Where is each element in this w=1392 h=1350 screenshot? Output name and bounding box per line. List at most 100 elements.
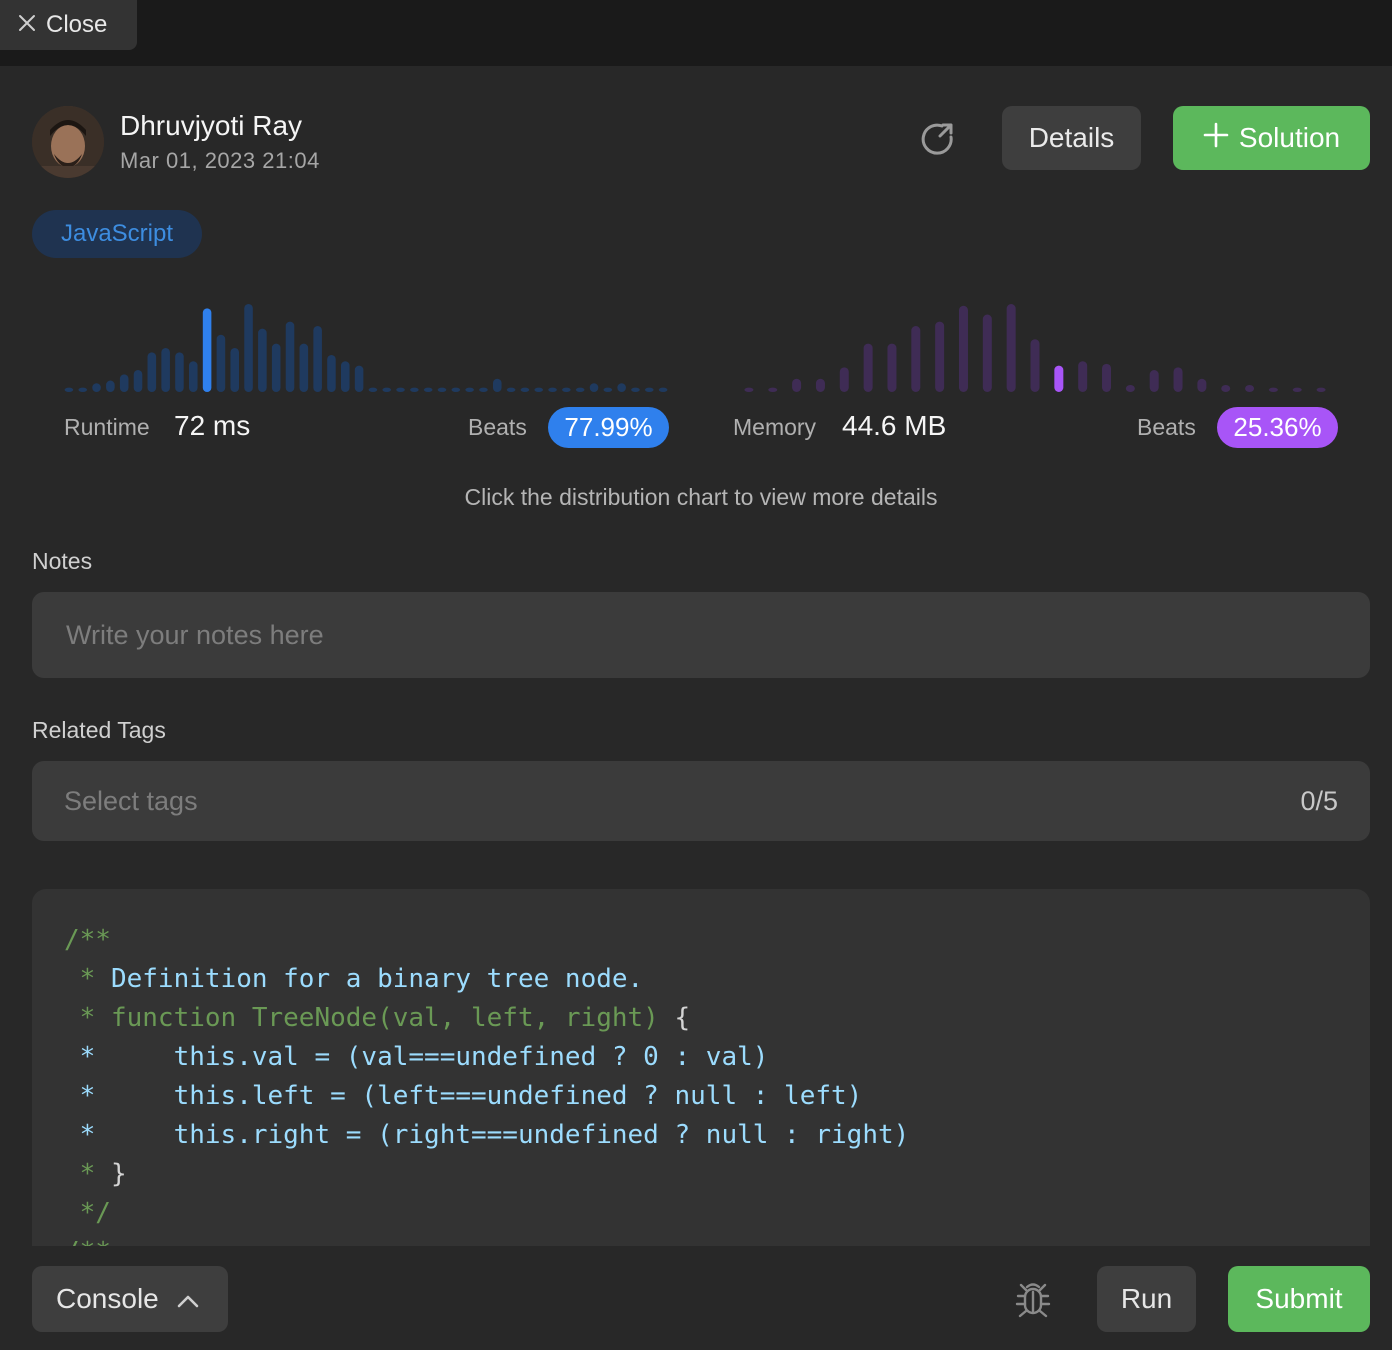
runtime-bar[interactable]	[175, 352, 184, 392]
runtime-bar[interactable]	[299, 343, 309, 392]
plus-icon	[1203, 122, 1229, 155]
runtime-bar[interactable]	[313, 326, 322, 392]
runtime-bar[interactable]	[64, 387, 74, 392]
share-icon[interactable]	[918, 120, 956, 158]
memory-bar[interactable]	[911, 326, 921, 392]
runtime-bar[interactable]	[382, 387, 392, 392]
memory-bar[interactable]	[839, 367, 849, 392]
runtime-bar[interactable]	[631, 387, 640, 392]
runtime-bar[interactable]	[410, 387, 419, 392]
runtime-bar[interactable]	[106, 380, 115, 392]
memory-bar[interactable]	[768, 387, 778, 392]
runtime-value: 72 ms	[174, 410, 251, 441]
memory-bar[interactable]	[744, 387, 754, 392]
code-viewer[interactable]: /** * Definition for a binary tree node.…	[32, 889, 1370, 1246]
memory-bar[interactable]	[1149, 370, 1159, 392]
runtime-bar[interactable]	[119, 374, 129, 392]
code-line: * Definition for a binary tree node.	[64, 960, 909, 999]
runtime-bar[interactable]	[617, 383, 626, 392]
user-name[interactable]: Dhruvjyoti Ray	[120, 110, 302, 142]
runtime-bar[interactable]	[589, 383, 599, 392]
runtime-bar[interactable]	[575, 387, 585, 392]
console-button[interactable]: Console	[32, 1266, 228, 1332]
runtime-bar[interactable]	[244, 304, 253, 392]
runtime-bar[interactable]	[161, 348, 170, 392]
memory-bar[interactable]	[1102, 363, 1112, 392]
memory-bar[interactable]	[935, 321, 945, 392]
code-token: /**	[64, 1237, 111, 1246]
memory-bar[interactable]	[1173, 367, 1183, 392]
runtime-bar[interactable]	[147, 352, 157, 392]
runtime-bar[interactable]	[479, 387, 488, 392]
memory-bar[interactable]	[1197, 378, 1207, 392]
runtime-bar[interactable]	[230, 348, 240, 392]
runtime-beats-badge: 77.99%	[548, 407, 669, 448]
runtime-bar[interactable]	[644, 387, 654, 392]
runtime-bar-current[interactable]	[202, 308, 212, 392]
runtime-bar[interactable]	[396, 387, 405, 392]
runtime-bar[interactable]	[271, 343, 281, 392]
tags-select[interactable]: Select tags 0/5	[32, 761, 1370, 841]
details-button[interactable]: Details	[1002, 106, 1141, 170]
code-token: *	[64, 1120, 111, 1150]
runtime-bar[interactable]	[437, 387, 447, 392]
memory-bar-current[interactable]	[1054, 365, 1064, 392]
runtime-bar[interactable]	[534, 387, 544, 392]
runtime-bar[interactable]	[327, 355, 336, 392]
avatar[interactable]	[32, 106, 104, 178]
runtime-bar[interactable]	[423, 387, 433, 392]
code-token: {	[674, 1003, 691, 1033]
notes-label: Notes	[32, 548, 93, 574]
runtime-label: Runtime	[64, 414, 150, 440]
memory-distribution-chart[interactable]	[737, 300, 1333, 392]
memory-bar[interactable]	[1221, 384, 1231, 392]
solution-label: Solution	[1238, 122, 1341, 153]
runtime-bar[interactable]	[354, 365, 364, 392]
close-button[interactable]: Close	[0, 0, 137, 50]
runtime-bar[interactable]	[258, 328, 267, 392]
memory-bar[interactable]	[1078, 361, 1088, 392]
runtime-bar[interactable]	[562, 387, 571, 392]
code-token: *	[64, 1042, 111, 1072]
memory-bar[interactable]	[958, 305, 968, 392]
runtime-bar[interactable]	[451, 387, 461, 392]
memory-bar[interactable]	[1125, 384, 1135, 392]
runtime-bar[interactable]	[506, 387, 516, 392]
run-button[interactable]: Run	[1097, 1266, 1196, 1332]
memory-bar[interactable]	[1006, 304, 1016, 392]
notes-input[interactable]	[32, 592, 1370, 678]
memory-bar[interactable]	[1245, 384, 1255, 392]
runtime-bar[interactable]	[658, 387, 668, 392]
add-solution-button[interactable]: Solution	[1173, 106, 1370, 170]
runtime-bar[interactable]	[548, 387, 557, 392]
runtime-bar[interactable]	[133, 370, 143, 392]
runtime-bar[interactable]	[465, 387, 474, 392]
memory-bar[interactable]	[887, 343, 897, 392]
bug-icon[interactable]	[1012, 1278, 1054, 1320]
submit-button[interactable]: Submit	[1228, 1266, 1370, 1332]
chart-hint: Click the distribution chart to view mor…	[464, 484, 938, 510]
tags-count: 0/5	[1300, 785, 1338, 816]
memory-bar[interactable]	[792, 378, 802, 392]
memory-bar[interactable]	[815, 378, 825, 392]
memory-bar[interactable]	[1030, 339, 1040, 392]
memory-bar[interactable]	[982, 314, 992, 392]
runtime-bar[interactable]	[520, 387, 530, 392]
runtime-bar[interactable]	[216, 334, 226, 392]
memory-bar[interactable]	[863, 343, 873, 392]
runtime-bar[interactable]	[92, 383, 101, 392]
memory-bar[interactable]	[1268, 387, 1278, 392]
code-lines: /** * Definition for a binary tree node.…	[64, 921, 909, 1246]
runtime-bar[interactable]	[603, 387, 613, 392]
code-token: *	[64, 964, 111, 994]
runtime-bar[interactable]	[285, 321, 295, 392]
runtime-bar[interactable]	[188, 361, 198, 392]
memory-bar[interactable]	[1316, 387, 1326, 392]
runtime-distribution-chart[interactable]	[62, 300, 670, 392]
runtime-bar[interactable]	[340, 361, 350, 392]
submission-date: Mar 01, 2023 21:04	[120, 148, 320, 173]
runtime-bar[interactable]	[368, 387, 378, 392]
runtime-bar[interactable]	[492, 378, 502, 392]
memory-bar[interactable]	[1292, 387, 1302, 392]
runtime-bar[interactable]	[78, 387, 88, 392]
